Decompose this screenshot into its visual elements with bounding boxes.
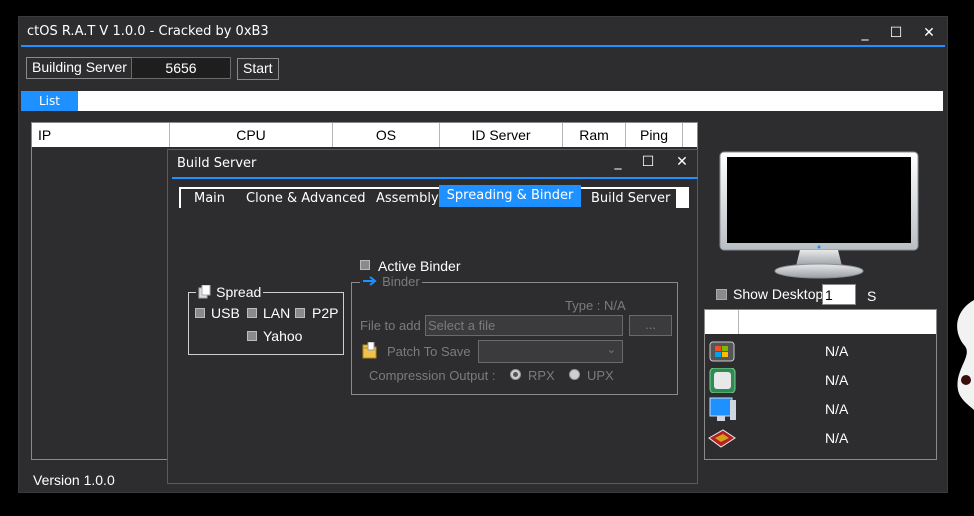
close-button[interactable]: ✕ xyxy=(917,21,941,45)
building-server-button[interactable]: Building Server xyxy=(26,57,133,79)
info-value: N/A xyxy=(825,372,849,388)
compression-output-label: Compression Output : xyxy=(369,368,496,383)
rpx-label: RPX xyxy=(528,368,555,383)
monitor-icon xyxy=(709,397,736,421)
binder-title: Binder xyxy=(382,274,420,289)
lan-checkbox[interactable] xyxy=(247,308,257,318)
background-art xyxy=(957,300,974,410)
spread-title: Spread xyxy=(216,284,262,300)
column-ip[interactable]: IP xyxy=(32,123,170,147)
info-value: N/A xyxy=(825,430,849,446)
p2p-checkbox[interactable] xyxy=(295,308,305,318)
dialog-close-button[interactable]: ✕ xyxy=(670,150,694,174)
show-desktop-checkbox[interactable] xyxy=(716,289,727,300)
tab-clone-advanced[interactable]: Clone & Advanced xyxy=(246,190,366,208)
info-header-divider xyxy=(738,310,739,334)
p2p-label: P2P xyxy=(312,305,339,321)
title-accent-line xyxy=(21,45,945,47)
tab-spreading-binder[interactable]: Spreading & Binder xyxy=(439,185,581,207)
column-ram[interactable]: Ram xyxy=(563,123,626,147)
list-header: IP CPU OS ID Server Ram Ping xyxy=(32,123,697,147)
usb-checkbox[interactable] xyxy=(195,308,205,318)
copy-icon xyxy=(198,284,211,299)
column-os[interactable]: OS xyxy=(333,123,440,147)
binder-legend: Binder xyxy=(360,274,422,290)
dialog-title-accent-line xyxy=(172,177,698,179)
main-tab-strip: List xyxy=(21,91,943,111)
tab-build-server[interactable]: Build Server xyxy=(591,190,670,208)
port-input[interactable]: 5656 xyxy=(131,57,231,79)
yahoo-label: Yahoo xyxy=(263,328,303,344)
dialog-maximize-button[interactable]: ☐ xyxy=(636,150,660,174)
main-window: ctOS R.A.T V 1.0.0 - Cracked by 0xB3 _ ☐… xyxy=(18,16,948,493)
chevron-down-icon: ⌄ xyxy=(606,344,616,356)
tab-list[interactable]: List xyxy=(21,91,78,111)
tab-assembly[interactable]: Assembly xyxy=(376,190,439,208)
monitor-icon xyxy=(719,151,919,279)
dialog-tabs: Main Clone & Advanced Assembly Spreading… xyxy=(181,185,676,208)
active-binder-checkbox[interactable] xyxy=(360,260,370,270)
lan-label: LAN xyxy=(263,305,291,321)
tab-main[interactable]: Main xyxy=(194,190,225,208)
info-header xyxy=(705,310,936,334)
info-row: N/A xyxy=(707,424,936,453)
dialog-minimize-button[interactable]: _ xyxy=(606,150,630,174)
column-cpu[interactable]: CPU xyxy=(170,123,333,147)
show-desktop-label: Show Desktop xyxy=(733,286,824,302)
system-info-panel: N/A N/A N/A N/A xyxy=(704,309,937,460)
patch-to-save-select[interactable]: ⌄ xyxy=(478,340,623,363)
yahoo-checkbox[interactable] xyxy=(247,331,257,341)
column-id-server[interactable]: ID Server xyxy=(440,123,563,147)
window-title: ctOS R.A.T V 1.0.0 - Cracked by 0xB3 xyxy=(27,24,269,39)
patch-to-save-label: Patch To Save xyxy=(387,344,471,359)
minimize-button[interactable]: _ xyxy=(853,21,877,45)
browse-button[interactable]: ... xyxy=(629,315,672,336)
dialog-title: Build Server xyxy=(177,156,257,171)
info-value: N/A xyxy=(825,343,849,359)
build-server-dialog: Build Server _ ☐ ✕ Main Clone & Advanced… xyxy=(167,149,698,484)
binder-icon xyxy=(363,276,377,286)
rpx-radio[interactable] xyxy=(510,369,521,380)
green-square-icon xyxy=(709,368,736,393)
version-label: Version 1.0.0 xyxy=(33,472,115,488)
windows-icon xyxy=(709,341,735,362)
column-ping[interactable]: Ping xyxy=(626,123,683,147)
usb-label: USB xyxy=(211,305,240,321)
start-button[interactable]: Start xyxy=(237,58,279,80)
desktop-interval-input[interactable]: 1 xyxy=(822,284,856,305)
upx-radio[interactable] xyxy=(569,369,580,380)
info-row: N/A xyxy=(707,366,936,395)
patch-folder-icon xyxy=(362,342,377,359)
upx-label: UPX xyxy=(587,368,614,383)
spread-legend: Spread xyxy=(196,284,264,300)
info-value: N/A xyxy=(825,401,849,417)
title-bar[interactable]: ctOS R.A.T V 1.0.0 - Cracked by 0xB3 _ ☐… xyxy=(19,17,947,48)
desktop-interval-unit: S xyxy=(867,288,877,304)
file-select-input[interactable]: Select a file xyxy=(425,315,623,336)
maximize-button[interactable]: ☐ xyxy=(884,21,908,45)
binder-type-label: Type : N/A xyxy=(565,298,626,313)
spread-group xyxy=(188,292,344,355)
ram-chip-icon xyxy=(708,429,736,448)
active-binder-label: Active Binder xyxy=(378,258,461,274)
info-row: N/A xyxy=(707,395,936,424)
file-to-add-label: File to add xyxy=(360,318,421,333)
info-row: N/A xyxy=(707,337,936,366)
